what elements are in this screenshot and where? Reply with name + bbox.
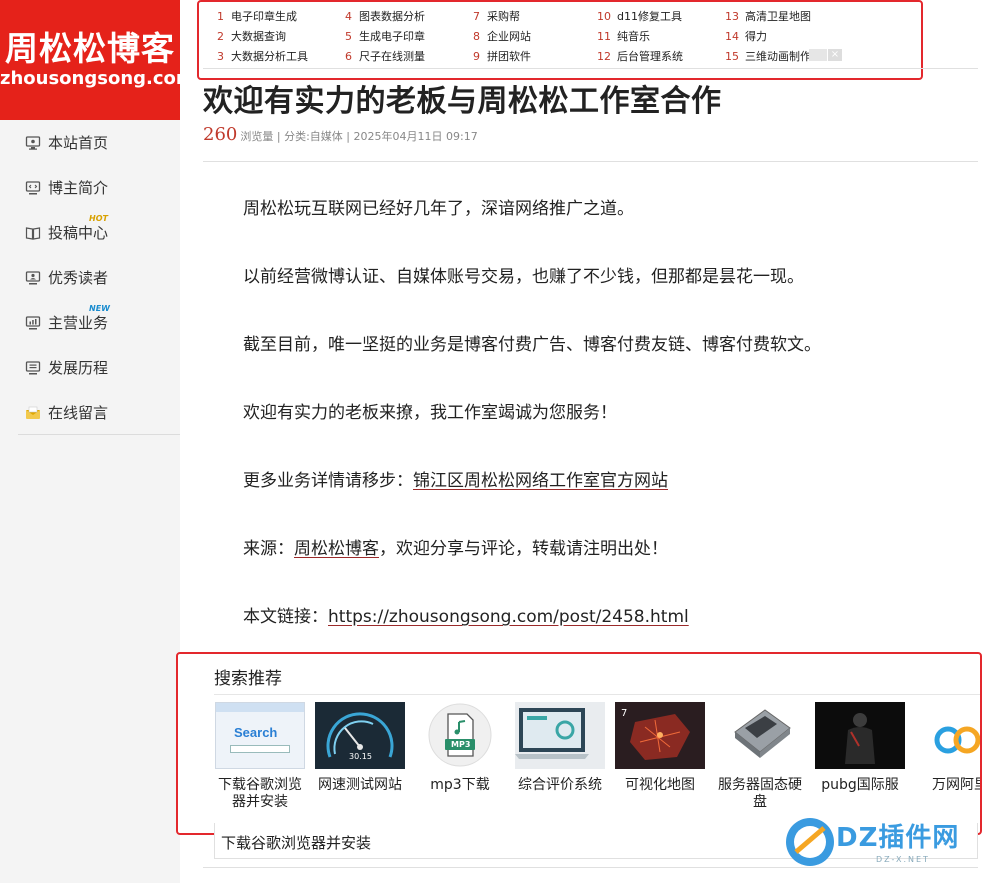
article-paragraph: 周松松玩互联网已经好几年了，深谙网络推广之道。 [243, 199, 634, 219]
recommendation-item[interactable]: pubg国际服 [814, 702, 906, 794]
studio-website-link[interactable]: 锦江区周松松网络工作室官方网站 [413, 471, 668, 491]
site-logo[interactable]: 周松松博客 zhousongsong.com [0, 0, 195, 120]
article-permalink[interactable]: https://zhousongsong.com/post/2458.html [328, 607, 689, 627]
popular-link[interactable]: 5 生成电子印章 [345, 28, 425, 44]
article-paragraph: 以前经营微博认证、自媒体账号交易，也赚了不少钱，但那都是昙花一现。 [243, 267, 804, 287]
monitor-code-icon [24, 179, 42, 197]
recommendation-item[interactable]: 30.15 网速测试网站 [314, 702, 406, 794]
popular-link[interactable]: 10 d11修复工具 [597, 8, 682, 24]
sidebar-item-submit[interactable]: 投稿中心 HOT [0, 210, 180, 255]
watermark-logo-icon [786, 818, 834, 866]
sidebar-item-label: 发展历程 [48, 359, 109, 377]
meta-separator: | [346, 130, 351, 143]
recommendation-item[interactable]: 万网阿里 [914, 702, 980, 794]
laptop-thumbnail-icon [515, 702, 605, 769]
sidebar-item-label: 博主简介 [48, 179, 109, 197]
divider [203, 161, 978, 162]
recommendation-label: 可视化地图 [625, 777, 695, 793]
monitor-list-icon [24, 359, 42, 377]
popular-link[interactable]: 6 尺子在线测量 [345, 48, 425, 64]
blog-source-link[interactable]: 周松松博客 [294, 539, 379, 559]
search-thumbnail-icon: Search [215, 702, 305, 769]
ad-label [809, 49, 827, 61]
article-paragraph: 来源：周松松博客，欢迎分享与评论，转载请注明出处！ [243, 539, 668, 559]
watermark-text: DZ插件网 [836, 823, 960, 853]
sidebar-item-history[interactable]: 发展历程 [0, 345, 180, 390]
monitor-chart-icon [24, 314, 42, 332]
recommendation-label: 服务器固态硬盘 [718, 777, 802, 810]
game-character-icon [815, 702, 905, 769]
sidebar-item-label: 主营业务 [48, 314, 109, 332]
sidebar-item-label: 投稿中心 [48, 224, 109, 242]
view-count: 260 [203, 124, 238, 145]
article-category[interactable]: 分类:自媒体 [284, 130, 343, 143]
article-paragraph: 更多业务详情请移步：锦江区周松松网络工作室官方网站 [243, 471, 668, 491]
popular-link[interactable]: 12 后台管理系统 [597, 48, 683, 64]
recommendation-title: 搜索推荐 [214, 669, 282, 689]
sidebar-nav: 本站首页 博主简介 投稿中心 HOT 优秀读者 主营业务 NEW 发展历程 在线… [0, 120, 180, 435]
article-date: 2025年04月11日 09:17 [353, 130, 478, 143]
recommendation-item[interactable]: Search 下载谷歌浏览器并安装 [214, 702, 306, 811]
monitor-user-icon [24, 269, 42, 287]
watermark: DZ插件网 DZ-X.NET [784, 814, 980, 870]
popular-link[interactable]: 3 大数据分析工具 [217, 48, 308, 64]
recommendation-label: 万网阿里 [932, 777, 980, 793]
monitor-icon [24, 134, 42, 152]
popular-link[interactable]: 8 企业网站 [473, 28, 531, 44]
hot-badge: HOT [89, 214, 108, 223]
speedometer-icon: 30.15 [315, 702, 405, 769]
recommendation-item[interactable]: 7 可视化地图 [614, 702, 706, 794]
sidebar-item-home[interactable]: 本站首页 [0, 120, 180, 165]
article-meta: 260 浏览量 | 分类:自媒体 | 2025年04月11日 09:17 [203, 124, 478, 145]
logo-title: 周松松博客 [5, 29, 175, 68]
recommendation-label: 综合评价系统 [518, 777, 602, 793]
popular-link[interactable]: 4 图表数据分析 [345, 8, 425, 24]
sidebar-item-about[interactable]: 博主简介 [0, 165, 180, 210]
sidebar-item-label: 本站首页 [48, 134, 109, 152]
recommendation-label: pubg国际服 [821, 777, 899, 793]
popular-link[interactable]: 1 电子印章生成 [217, 8, 297, 24]
search-recommendation-panel: 搜索推荐 Search 下载谷歌浏览器并安装 30.15 网速测试网站 MP3 … [176, 652, 982, 835]
article-paragraph: 欢迎有实力的老板来撩，我工作室竭诚为您服务！ [243, 403, 617, 423]
recommendation-item[interactable]: 服务器固态硬盘 [714, 702, 806, 811]
sidebar-item-readers[interactable]: 优秀读者 [0, 255, 180, 300]
article-title: 欢迎有实力的老板与周松松工作室合作 [203, 84, 722, 119]
close-icon[interactable]: × [828, 49, 842, 61]
sidebar-item-label: 优秀读者 [48, 269, 109, 287]
popular-link[interactable]: 11 纯音乐 [597, 28, 650, 44]
popular-link[interactable]: 15 三维动画制作 [725, 48, 811, 64]
envelope-icon [24, 404, 42, 422]
cloud-logo-icon [915, 702, 980, 769]
mp3-file-icon: MP3 [415, 702, 505, 769]
sidebar-item-business[interactable]: 主营业务 NEW [0, 300, 180, 345]
recommendation-item[interactable]: MP3 mp3下载 [414, 702, 506, 794]
map-thumbnail-icon: 7 [615, 702, 705, 769]
watermark-subtext: DZ-X.NET [876, 855, 930, 864]
divider [203, 68, 978, 69]
popular-link[interactable]: 7 采购帮 [473, 8, 520, 24]
recommendation-label: mp3下载 [430, 777, 490, 793]
sidebar-divider [18, 434, 180, 435]
recommendation-item[interactable]: 综合评价系统 [514, 702, 606, 794]
popular-link[interactable]: 9 拼团软件 [473, 48, 531, 64]
article-paragraph: 截至目前，唯一坚挺的业务是博客付费广告、博客付费友链、博客付费软文。 [243, 335, 821, 355]
recommendation-label: 下载谷歌浏览器并安装 [218, 777, 302, 810]
recommendation-label: 网速测试网站 [318, 777, 402, 793]
meta-separator: | [276, 130, 281, 143]
view-count-label: 浏览量 [240, 130, 274, 143]
sidebar-item-guestbook[interactable]: 在线留言 [0, 390, 180, 435]
book-icon [24, 224, 42, 242]
popular-link[interactable]: 14 得力 [725, 28, 767, 44]
ssd-icon [715, 702, 805, 769]
popular-link[interactable]: 2 大数据查询 [217, 28, 286, 44]
article-paragraph: 本文链接：https://zhousongsong.com/post/2458.… [243, 607, 689, 627]
sidebar-item-label: 在线留言 [48, 404, 109, 422]
new-badge: NEW [89, 304, 110, 313]
sidebar: 周松松博客 zhousongsong.com 本站首页 博主简介 投稿中心 HO… [0, 0, 195, 883]
logo-domain: zhousongsong.com [0, 68, 195, 89]
popular-link[interactable]: 13 高清卫星地图 [725, 8, 811, 24]
divider [214, 694, 980, 695]
